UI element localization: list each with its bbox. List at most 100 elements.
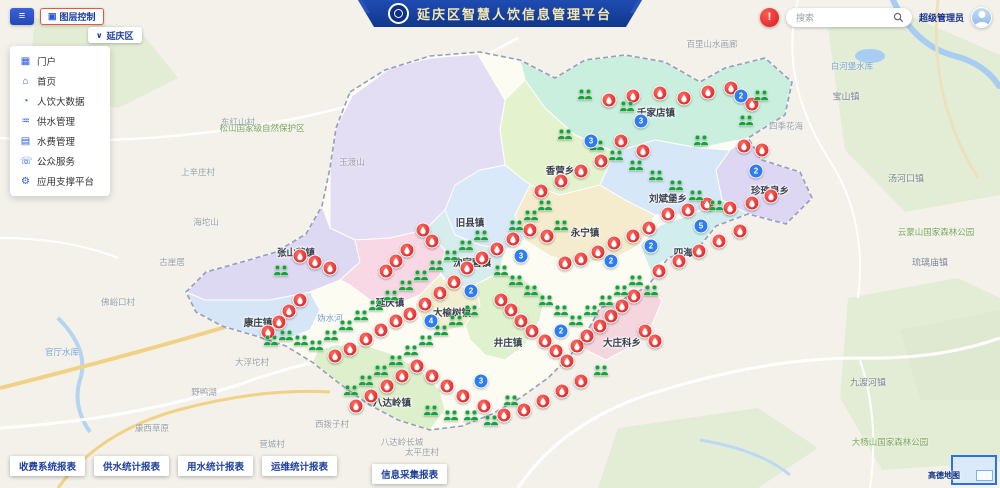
search-input[interactable] [794,12,889,24]
cluster-badge[interactable]: 2 [554,324,569,339]
cluster-badge[interactable]: 3 [514,249,529,264]
cluster-badge[interactable]: 2 [604,254,619,269]
report-button-2[interactable]: 用水统计报表 [178,456,253,476]
water-station-marker[interactable] [626,229,641,244]
village-user-marker[interactable] [398,280,414,293]
village-user-marker[interactable] [263,335,279,348]
water-station-marker[interactable] [712,234,727,249]
cluster-badge[interactable]: 2 [749,164,764,179]
water-station-marker[interactable] [418,297,433,312]
village-user-marker[interactable] [643,285,659,298]
water-station-marker[interactable] [737,139,752,154]
water-station-marker[interactable] [475,251,490,266]
cluster-badge[interactable]: 2 [644,239,659,254]
village-user-marker[interactable] [628,275,644,288]
village-user-marker[interactable] [293,335,309,348]
village-user-marker[interactable] [418,335,434,348]
village-user-marker[interactable] [537,200,553,213]
village-user-marker[interactable] [693,135,709,148]
water-station-marker[interactable] [701,85,716,100]
cluster-badge[interactable]: 4 [424,314,439,329]
cluster-badge[interactable]: 5 [694,219,709,234]
water-station-marker[interactable] [490,242,505,257]
water-station-marker[interactable] [328,349,343,364]
layer-control-button[interactable]: ▣ 图层控制 [40,8,104,25]
village-user-marker[interactable] [368,300,384,313]
water-station-marker[interactable] [614,134,629,149]
village-user-marker[interactable] [278,330,294,343]
village-user-marker[interactable] [443,410,459,423]
village-user-marker[interactable] [493,265,509,278]
water-station-marker[interactable] [755,143,770,158]
water-station-marker[interactable] [574,164,589,179]
water-station-marker[interactable] [648,334,663,349]
water-station-marker[interactable] [692,244,707,259]
water-station-marker[interactable] [506,232,521,247]
water-station-marker[interactable] [745,196,760,211]
water-station-marker[interactable] [534,184,549,199]
search-box[interactable] [786,8,912,27]
village-user-marker[interactable] [593,365,609,378]
village-user-marker[interactable] [598,295,614,308]
village-user-marker[interactable] [577,89,593,102]
village-user-marker[interactable] [553,305,569,318]
village-user-marker[interactable] [473,230,489,243]
menu-toggle-button[interactable]: ≡ [10,8,34,25]
water-station-marker[interactable] [558,256,573,271]
sidebar-item-home[interactable]: ⌂首页 [10,71,110,91]
cluster-badge[interactable]: 3 [584,134,599,149]
water-station-marker[interactable] [764,189,779,204]
sidebar-item-bigdata[interactable]: ◔人饮大数据 [10,91,110,111]
village-user-marker[interactable] [523,285,539,298]
village-user-marker[interactable] [738,115,754,128]
sidebar-item-water-fee[interactable]: ▤水费管理 [10,131,110,151]
village-user-marker[interactable] [508,220,524,233]
village-user-marker[interactable] [403,345,419,358]
water-station-marker[interactable] [523,223,538,238]
village-user-marker[interactable] [538,295,554,308]
village-user-marker[interactable] [383,290,399,303]
village-user-marker[interactable] [503,395,519,408]
village-user-marker[interactable] [648,170,664,183]
cluster-badge[interactable]: 3 [634,114,649,129]
water-station-marker[interactable] [410,359,425,374]
avatar[interactable] [971,7,992,28]
cluster-badge[interactable]: 3 [474,374,489,389]
village-user-marker[interactable] [308,340,324,353]
report-button-1[interactable]: 供水统计报表 [94,456,169,476]
water-station-marker[interactable] [349,399,364,414]
village-user-marker[interactable] [463,410,479,423]
water-station-marker[interactable] [661,207,676,222]
village-user-marker[interactable] [753,90,769,103]
water-station-marker[interactable] [364,389,379,404]
water-station-marker[interactable] [308,255,323,270]
water-station-marker[interactable] [677,91,692,106]
water-station-marker[interactable] [343,342,358,357]
village-user-marker[interactable] [428,260,444,273]
water-station-marker[interactable] [460,261,475,276]
water-station-marker[interactable] [607,236,622,251]
water-station-marker[interactable] [440,379,455,394]
village-user-marker[interactable] [613,285,629,298]
village-user-marker[interactable] [448,315,464,328]
village-user-marker[interactable] [343,385,359,398]
village-user-marker[interactable] [708,200,724,213]
village-user-marker[interactable] [463,305,479,318]
water-station-marker[interactable] [425,369,440,384]
water-station-marker[interactable] [447,275,462,290]
sidebar-item-portal[interactable]: ▦门户 [10,51,110,71]
water-station-marker[interactable] [672,254,687,269]
water-station-marker[interactable] [653,86,668,101]
water-station-marker[interactable] [723,201,738,216]
water-station-marker[interactable] [554,174,569,189]
water-station-marker[interactable] [359,332,374,347]
village-user-marker[interactable] [523,210,539,223]
sidebar-item-public-service[interactable]: ☏公众服务 [10,151,110,171]
water-station-marker[interactable] [681,203,696,218]
village-user-marker[interactable] [458,240,474,253]
water-station-marker[interactable] [574,252,589,267]
village-user-marker[interactable] [373,365,389,378]
water-station-marker[interactable] [323,261,338,276]
region-selector[interactable]: ∨ 延庆区 [88,27,142,43]
water-station-marker[interactable] [425,234,440,249]
